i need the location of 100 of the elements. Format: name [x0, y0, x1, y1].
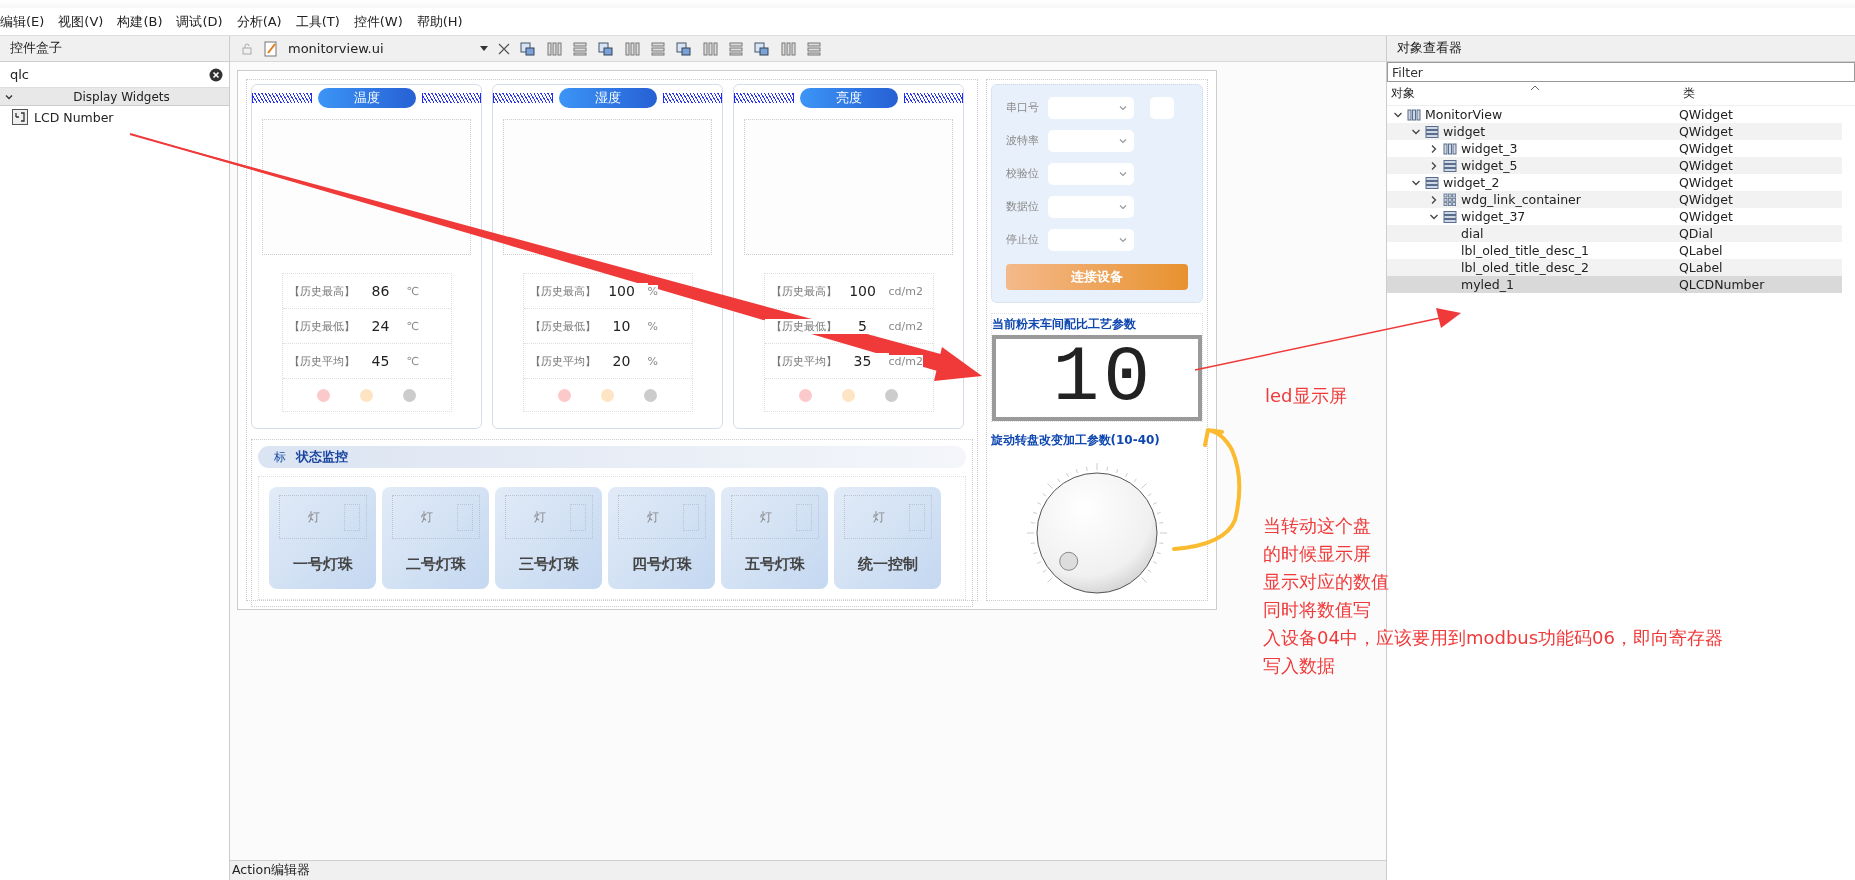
section-title: 状态监控: [296, 448, 348, 466]
file-edit-icon: [264, 40, 278, 57]
tree-row[interactable]: widget_5 QWidget: [1387, 157, 1842, 174]
lamp-indicator: [569, 503, 586, 531]
layout-tool-icon[interactable]: [598, 40, 614, 57]
lamp-text: 灯: [759, 508, 772, 526]
menu-item[interactable]: 编辑(E): [0, 12, 54, 31]
layout-tool-icon[interactable]: [754, 40, 770, 57]
layout-tool-icon[interactable]: [520, 40, 536, 57]
panel-title: 控件盒子: [0, 36, 229, 62]
close-icon[interactable]: [498, 42, 510, 55]
layout-tool-icon[interactable]: [728, 40, 744, 57]
lamp-text: 灯: [533, 508, 546, 526]
chevron-right-icon[interactable]: [1429, 143, 1439, 154]
lamp-button[interactable]: 灯 统一控制: [834, 487, 941, 589]
class-name: QWidget: [1679, 107, 1733, 122]
filter-field[interactable]: Filter: [1387, 62, 1855, 82]
lamp-button[interactable]: 灯 五号灯珠: [721, 487, 828, 589]
stat-unit: cd/m2: [888, 284, 923, 298]
lcd-title: 当前粉末车间配比工艺参数: [991, 316, 1137, 333]
layout-tool-icon[interactable]: [780, 40, 796, 57]
lamp-indicator: [795, 503, 812, 531]
lamp-button[interactable]: 灯 一号灯珠: [269, 487, 376, 589]
lamp-button[interactable]: 灯 四号灯珠: [608, 487, 715, 589]
chevron-right-icon[interactable]: [1429, 194, 1439, 205]
vertical-layout-icon: [1425, 124, 1439, 139]
horizontal-layout-icon: [1443, 141, 1457, 156]
menu-item[interactable]: 视图(V): [58, 12, 113, 31]
lamp-button[interactable]: 灯 三号灯珠: [495, 487, 602, 589]
clear-icon[interactable]: [209, 67, 223, 82]
class-name: QLCDNumber: [1679, 277, 1765, 292]
category-header[interactable]: Display Widgets: [0, 88, 229, 106]
class-name: QLabel: [1679, 243, 1723, 258]
lamp-indicator: [908, 503, 925, 531]
menu-item[interactable]: 构建(B): [117, 12, 172, 31]
tree-row[interactable]: myled_1 QLCDNumber: [1387, 276, 1842, 293]
object-name: wdg_link_container: [1461, 192, 1581, 207]
object-name: MonitorView: [1425, 107, 1503, 122]
layout-tool-icon[interactable]: [806, 40, 822, 57]
object-name: widget_37: [1461, 209, 1526, 224]
file-selector[interactable]: monitorview.ui: [288, 41, 488, 56]
annotation-text: led显示屏: [1265, 384, 1347, 408]
tree-row[interactable]: widget QWidget: [1387, 123, 1842, 140]
lamp-button[interactable]: 灯 二号灯珠: [382, 487, 489, 589]
object-name: widget: [1443, 124, 1486, 139]
layout-tool-icon[interactable]: [650, 40, 666, 57]
menu-item[interactable]: 帮助(H): [416, 12, 472, 31]
layout-tool-icon[interactable]: [676, 40, 692, 57]
layout-tool-icon[interactable]: [624, 40, 640, 57]
menu-item[interactable]: 控件(W): [353, 12, 412, 31]
tree-row[interactable]: wdg_link_container QWidget: [1387, 191, 1842, 208]
menu-item[interactable]: 调试(D): [176, 12, 232, 31]
dropdown-icon: [480, 45, 488, 52]
column-header[interactable]: 类: [1679, 85, 1695, 102]
menu-item[interactable]: 分析(A): [236, 12, 291, 31]
card-title: 亮度: [799, 88, 898, 108]
tree-row[interactable]: dial QDial: [1387, 225, 1842, 242]
class-name: QWidget: [1679, 175, 1733, 190]
layout-tool-icon[interactable]: [702, 40, 718, 57]
lamp-indicator: [682, 503, 699, 531]
category-label: Display Widgets: [72, 89, 171, 104]
chevron-right-icon[interactable]: [1429, 160, 1439, 171]
class-name: QWidget: [1679, 158, 1733, 173]
section-icon-text: 标: [274, 448, 286, 466]
lock-icon[interactable]: [240, 41, 254, 56]
horizontal-layout-icon: [1407, 107, 1421, 122]
object-name: widget_3: [1461, 141, 1518, 156]
menu-item[interactable]: 工具(T): [295, 12, 349, 31]
lamp-text: 灯: [872, 508, 885, 526]
tree-row[interactable]: lbl_oled_title_desc_2 QLabel: [1387, 259, 1842, 276]
class-name: QWidget: [1679, 209, 1733, 224]
widget-item[interactable]: LCD Number: [34, 109, 114, 125]
stat-unit: cd/m2: [888, 319, 923, 333]
vertical-layout-icon: [1443, 158, 1457, 173]
class-name: QWidget: [1679, 124, 1733, 139]
lcd-widget-icon: [12, 109, 28, 125]
annotation-note: 当转动这个盘 的时候显示屏 显示对应的数值 同时将数值写 入设备04中，应该要用到modbus功能码06，即向寄存器 写入数据: [1263, 514, 1723, 678]
column-header[interactable]: 对象: [1387, 85, 1679, 102]
object-name: widget_5: [1461, 158, 1518, 173]
object-name: widget_2: [1443, 175, 1500, 190]
lamp-indicator: [343, 503, 360, 531]
lamp-text: 灯: [307, 508, 320, 526]
object-name: lbl_oled_title_desc_2: [1461, 260, 1590, 275]
sort-icon: [1530, 85, 1540, 91]
lamp-indicator: [456, 503, 473, 531]
class-name: QLabel: [1679, 260, 1723, 275]
stat-label: 【历史最低】: [764, 318, 837, 334]
panel-title: 对象查看器: [1387, 36, 1855, 62]
object-name: lbl_oled_title_desc_1: [1461, 243, 1590, 258]
class-name: QWidget: [1679, 192, 1733, 207]
lamp-text: 灯: [420, 508, 433, 526]
layout-tool-icon[interactable]: [546, 40, 562, 57]
vertical-layout-icon: [1425, 175, 1439, 190]
card-title: 湿度: [558, 88, 657, 108]
lcd-display: 10: [991, 335, 1202, 421]
layout-tool-icon[interactable]: [572, 40, 588, 57]
class-name: QDial: [1679, 226, 1714, 241]
grid-layout-icon: [1443, 192, 1457, 207]
dial-title: 旋动转盘改变加工参数(10-40): [990, 432, 1160, 449]
stat-unit: %: [647, 284, 658, 298]
